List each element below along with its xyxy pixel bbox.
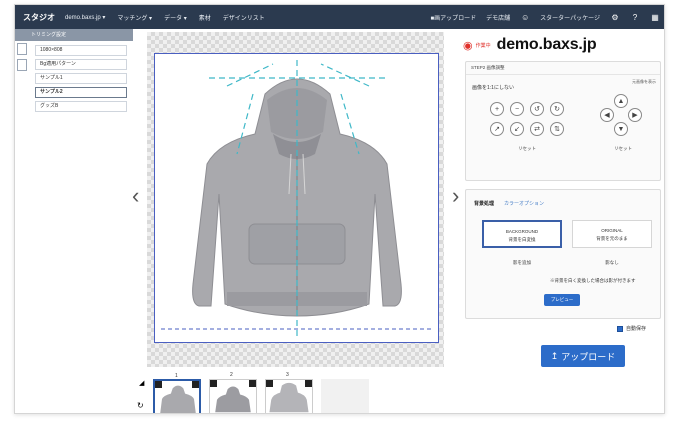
thumbnail-1[interactable]: 1	[153, 373, 201, 413]
top-right-actions: ■画アップロード デモ店舗 ☺ スターターパッケージ ⚙ ? ▦	[431, 5, 660, 29]
previous-arrow[interactable]: ‹	[132, 183, 139, 209]
rotate-left-icon[interactable]: ↺	[530, 102, 544, 116]
option-label: 背景を元のまま	[596, 236, 628, 241]
user-icon[interactable]: ☺	[520, 12, 530, 22]
shop-name: デモ店舗	[486, 15, 511, 22]
white-background-option[interactable]: BACKGROUND 背景を白変換	[482, 220, 562, 248]
menu-site[interactable]: demo.baxs.jp ▾	[65, 14, 105, 21]
image-adjust-panel: STEP2 画像調整 元画像を表示 画像を1:1にしない + − ↺ ↻ ↗ ↙…	[465, 61, 661, 181]
brand-status: 作業中	[475, 42, 491, 49]
sidebar-list: 1080×808 Bg適用パターン サンプル1 サンプル2 グッズB	[35, 45, 127, 115]
grid-menu-icon[interactable]: ▦	[650, 12, 660, 22]
gear-icon[interactable]: ⚙	[610, 12, 620, 22]
move-right-icon[interactable]: ▶	[628, 108, 642, 122]
app-window: スタジオ demo.baxs.jp ▾ マッチング ▾ データ ▾ 素材 デザイ…	[14, 4, 665, 414]
checkbox-checked-icon[interactable]	[617, 325, 623, 332]
right-panel: ◉ 作業中 demo.baxs.jp STEP2 画像調整 元画像を表示 画像を…	[461, 29, 664, 413]
rotate-icon[interactable]: ↻	[137, 401, 144, 410]
menu-design-list[interactable]: デザインリスト	[223, 13, 265, 22]
reset-left-caption[interactable]: リセット	[518, 146, 536, 152]
brand-header: ◉ 作業中 demo.baxs.jp	[461, 35, 664, 55]
plan-name: スターターパッケージ	[540, 15, 600, 22]
thumbnail-number: 2	[230, 372, 233, 378]
move-down-icon[interactable]: ▼	[614, 122, 628, 136]
layer-tool-icon[interactable]	[17, 59, 27, 71]
option-code: BACKGROUND	[505, 229, 539, 234]
no-shadow-option[interactable]: 影なし	[572, 256, 652, 270]
flip-horizontal-icon[interactable]: ⇄	[530, 122, 544, 136]
move-up-icon[interactable]: ▲	[614, 94, 628, 108]
menu-data[interactable]: データ ▾	[164, 13, 187, 22]
show-original-link[interactable]: 元画像を表示	[632, 79, 656, 85]
thumbnail-number: 1	[175, 373, 178, 379]
upload-label: アップロード	[561, 351, 616, 362]
thumbnail-3[interactable]: 3	[265, 372, 313, 413]
thumbnail-hoodie	[160, 385, 196, 413]
panel-title: STEP2 画像調整	[466, 62, 660, 75]
empty-thumbnail-slot[interactable]	[321, 379, 369, 413]
sidebar-item-sample2[interactable]: サンプル2	[35, 87, 127, 98]
option-label: 背景を白変換	[508, 237, 536, 242]
top-menu: demo.baxs.jp ▾ マッチング ▾ データ ▾ 素材 デザインリスト	[65, 13, 265, 22]
background-tabs: 背景処理 カラーオプション	[474, 200, 544, 207]
option-code: ORIGINAL	[601, 228, 623, 233]
artboard[interactable]	[154, 53, 439, 343]
checkbox-label: 自動保存	[626, 326, 647, 332]
help-icon[interactable]: ?	[630, 12, 640, 22]
zoom-in-icon[interactable]: +	[490, 102, 504, 116]
tab-color-option[interactable]: カラーオプション	[504, 200, 544, 207]
app-logo[interactable]: スタジオ	[23, 12, 55, 23]
sidebar-item-goods[interactable]: グッズB	[35, 101, 127, 112]
hoodie-image[interactable]	[155, 54, 440, 344]
next-arrow[interactable]: ›	[452, 183, 459, 209]
crop-tool-icon[interactable]	[17, 43, 27, 55]
rotate-right-icon[interactable]: ↻	[550, 102, 564, 116]
camera-icon: ◉	[463, 39, 473, 52]
background-panel: 背景処理 カラーオプション BACKGROUND 背景を白変換 ORIGINAL…	[465, 189, 661, 319]
flip-vertical-icon[interactable]: ⇅	[550, 122, 564, 136]
shrink-icon[interactable]: ↙	[510, 122, 524, 136]
thumbnail-hoodie	[215, 386, 251, 413]
panel-subtitle: 画像を1:1にしない	[472, 85, 514, 91]
upload-link[interactable]: ■画アップロード	[431, 13, 477, 22]
upload-button[interactable]: ↥ アップロード	[541, 345, 625, 367]
reset-right-caption[interactable]: リセット	[614, 146, 632, 152]
thumbnail-number: 3	[286, 372, 289, 378]
shadow-note: ※背景を白く変換した場合は影が付きます	[550, 278, 636, 283]
brand-name: demo.baxs.jp	[496, 36, 597, 53]
sidebar-item-size[interactable]: 1080×808	[35, 45, 127, 56]
thumbnail-hoodie	[269, 382, 309, 413]
top-navigation-bar: スタジオ demo.baxs.jp ▾ マッチング ▾ データ ▾ 素材 デザイ…	[15, 5, 664, 29]
menu-material[interactable]: 素材	[199, 13, 211, 22]
thumbnail-2[interactable]: 2	[209, 372, 257, 413]
tab-background[interactable]: 背景処理	[474, 200, 494, 207]
crop-corner-icon[interactable]: ◢	[139, 379, 144, 387]
original-background-option[interactable]: ORIGINAL 背景を元のまま	[572, 220, 652, 248]
sidebar-item-bg-pattern[interactable]: Bg適用パターン	[35, 59, 127, 70]
sidebar-tool-icons	[17, 43, 29, 75]
zoom-out-icon[interactable]: −	[510, 102, 524, 116]
sidebar-item-sample1[interactable]: サンプル1	[35, 73, 127, 84]
upload-icon: ↥	[550, 350, 559, 361]
menu-matching[interactable]: マッチング ▾	[117, 13, 152, 22]
preview-button[interactable]: プレビュー	[544, 294, 580, 306]
add-shadow-option[interactable]: 影を追加	[482, 256, 562, 270]
move-left-icon[interactable]: ◀	[600, 108, 614, 122]
expand-icon[interactable]: ↗	[490, 122, 504, 136]
auto-save-checkbox[interactable]: 自動保存	[617, 325, 646, 332]
thumbnail-strip: ◢ ↻ 1 2 3	[133, 372, 373, 413]
left-sidebar: トリミング設定 1080×808 Bg適用パターン サンプル1 サンプル2 グッ…	[15, 29, 133, 413]
sidebar-header: トリミング設定	[15, 29, 133, 41]
